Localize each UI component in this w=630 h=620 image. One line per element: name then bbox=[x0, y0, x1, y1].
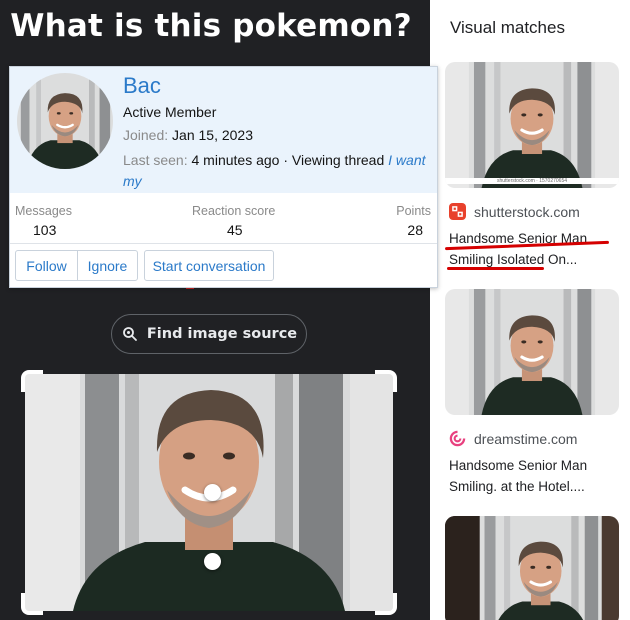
dreamstime-icon bbox=[449, 430, 466, 447]
match-thumbnail-3[interactable] bbox=[445, 516, 619, 620]
joined-label: Joined: bbox=[123, 127, 169, 143]
visual-matches-panel: Visual matches shutterstock.com · 157027… bbox=[430, 0, 630, 620]
stat-value-messages[interactable]: 103 bbox=[33, 222, 56, 238]
match-thumbnail-1[interactable]: shutterstock.com · 1570270654 bbox=[445, 62, 619, 188]
last-seen-value: 4 minutes ago · Viewing thread bbox=[191, 152, 385, 168]
find-image-source-label: Find image source bbox=[146, 326, 298, 342]
visual-matches-title: Visual matches bbox=[450, 18, 565, 37]
object-dot-face[interactable] bbox=[204, 484, 221, 501]
stat-value-points[interactable]: 28 bbox=[407, 222, 423, 238]
last-seen-line: Last seen: 4 minutes ago · Viewing threa… bbox=[123, 150, 428, 192]
crop-handle-bottom-right[interactable] bbox=[375, 593, 397, 615]
start-conversation-button[interactable]: Start conversation bbox=[144, 250, 274, 281]
match-title-2[interactable]: Handsome Senior Man Smiling. at the Hote… bbox=[449, 455, 619, 497]
last-seen-label: Last seen: bbox=[123, 152, 188, 168]
match-source-label: shutterstock.com bbox=[474, 203, 580, 220]
image-selection-frame[interactable] bbox=[21, 370, 397, 615]
stat-label-messages: Messages bbox=[15, 204, 72, 218]
meme-caption: What is this pokemon? bbox=[10, 8, 412, 44]
stat-label-reaction-score: Reaction score bbox=[192, 204, 276, 218]
user-title: Active Member bbox=[123, 104, 217, 120]
username-link[interactable]: Bac bbox=[123, 73, 161, 99]
match-source-label: dreamstime.com bbox=[474, 430, 578, 447]
joined-line: Joined: Jan 15, 2023 bbox=[123, 127, 253, 143]
joined-value: Jan 15, 2023 bbox=[172, 127, 254, 143]
card-divider bbox=[10, 243, 437, 244]
crop-handle-bottom-left[interactable] bbox=[21, 593, 43, 615]
shutterstock-icon bbox=[449, 203, 466, 220]
match-thumbnail-2[interactable] bbox=[445, 289, 619, 415]
match-source-2[interactable]: dreamstime.com bbox=[449, 430, 577, 447]
follow-button[interactable]: Follow bbox=[15, 250, 78, 281]
red-annotation-line-2 bbox=[447, 267, 544, 270]
object-dot-sweater[interactable] bbox=[204, 553, 221, 570]
avatar[interactable] bbox=[17, 73, 113, 169]
find-image-source-button[interactable]: Find image source bbox=[111, 314, 307, 354]
stat-label-points: Points bbox=[396, 204, 431, 218]
ignore-button[interactable]: Ignore bbox=[77, 250, 138, 281]
crop-handle-top-left[interactable] bbox=[21, 370, 43, 392]
match-source-1[interactable]: shutterstock.com bbox=[449, 203, 580, 220]
crop-handle-top-right[interactable] bbox=[375, 370, 397, 392]
member-profile-card: Bac Active Member Joined: Jan 15, 2023 L… bbox=[9, 66, 438, 288]
stat-value-reaction-score[interactable]: 45 bbox=[227, 222, 243, 238]
lens-search-icon bbox=[122, 327, 137, 341]
match-watermark: shutterstock.com · 1570270654 bbox=[445, 178, 619, 184]
